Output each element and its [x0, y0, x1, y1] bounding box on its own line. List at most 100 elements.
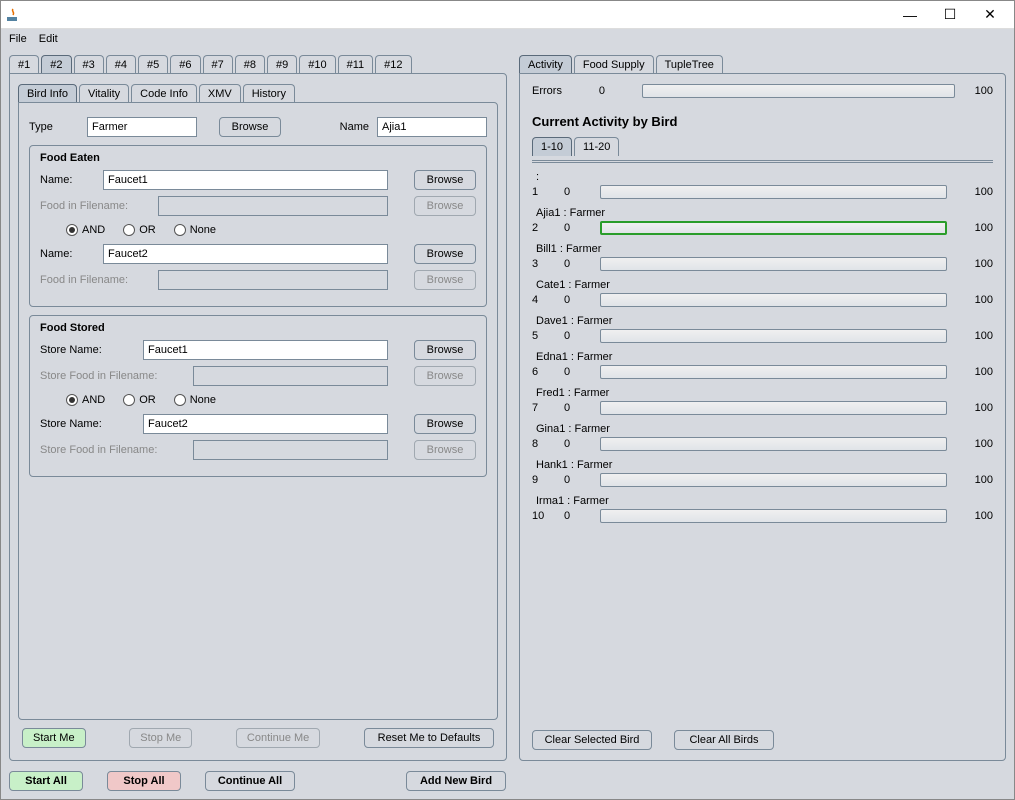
menu-edit[interactable]: Edit [39, 33, 58, 45]
top-tab-4[interactable]: #5 [138, 55, 168, 74]
top-tab-8[interactable]: #9 [267, 55, 297, 74]
fe-name2-input[interactable] [103, 244, 388, 264]
fe-radio-and[interactable] [66, 224, 78, 236]
fs-radio-or[interactable] [123, 394, 135, 406]
inner-tab-1[interactable]: Vitality [79, 84, 129, 103]
java-icon [5, 7, 21, 23]
menu-file[interactable]: File [9, 33, 27, 45]
bird-label: Fred1 : Farmer [532, 387, 993, 399]
bird-progress [600, 401, 947, 415]
activity-title: Current Activity by Bird [532, 114, 993, 129]
bird-item: Gina1 : Farmer80100 [532, 423, 993, 451]
top-tab-5[interactable]: #6 [170, 55, 200, 74]
page-tab-0[interactable]: 1-10 [532, 137, 572, 156]
start-all-button[interactable]: Start All [9, 771, 83, 791]
clear-all-button[interactable]: Clear All Birds [674, 730, 774, 750]
continue-me-button: Continue Me [236, 728, 320, 748]
right-tab-2[interactable]: TupleTree [656, 55, 723, 74]
errors-value: 0 [582, 85, 622, 97]
stop-all-button[interactable]: Stop All [107, 771, 181, 791]
inner-tab-2[interactable]: Code Info [131, 84, 197, 103]
fe-radio-or[interactable] [123, 224, 135, 236]
bird-label: Bill1 : Farmer [532, 243, 993, 255]
name-input[interactable] [377, 117, 487, 137]
fs-browse2-button[interactable]: Browse [414, 414, 476, 434]
right-tab-0[interactable]: Activity [519, 55, 572, 74]
bird-progress [600, 257, 947, 271]
bird-progress [600, 221, 947, 235]
fs-name1-input[interactable] [143, 340, 388, 360]
bird-label: Dave1 : Farmer [532, 315, 993, 327]
bird-value: 0 [564, 222, 582, 234]
right-tab-1[interactable]: Food Supply [574, 55, 654, 74]
bird-label: Ajia1 : Farmer [532, 207, 993, 219]
inner-tab-3[interactable]: XMV [199, 84, 241, 103]
top-tab-9[interactable]: #10 [299, 55, 335, 74]
inner-tab-4[interactable]: History [243, 84, 295, 103]
fe-browse2-button[interactable]: Browse [414, 244, 476, 264]
fs-sfif1-browse: Browse [414, 366, 476, 386]
start-me-button[interactable]: Start Me [22, 728, 86, 748]
fs-radio-none[interactable] [174, 394, 186, 406]
bird-value: 0 [564, 294, 582, 306]
bird-item: Bill1 : Farmer30100 [532, 243, 993, 271]
type-browse-button[interactable]: Browse [219, 117, 281, 137]
fs-name1-label: Store Name: [40, 344, 135, 356]
bird-item: Cate1 : Farmer40100 [532, 279, 993, 307]
bird-item: Ajia1 : Farmer20100 [532, 207, 993, 235]
bird-value: 0 [564, 510, 582, 522]
top-tab-11[interactable]: #12 [375, 55, 411, 74]
top-tab-6[interactable]: #7 [203, 55, 233, 74]
fs-sfif-label1: Store Food in Filename: [40, 370, 185, 382]
bird-max: 100 [965, 438, 993, 450]
bird-max: 100 [965, 402, 993, 414]
food-eaten-section: Food Eaten Name: Browse Food in Filename… [29, 145, 487, 307]
fe-radio-none[interactable] [174, 224, 186, 236]
fs-name2-input[interactable] [143, 414, 388, 434]
food-stored-section: Food Stored Store Name: Browse Store Foo… [29, 315, 487, 477]
fe-fif-label2: Food in Filename: [40, 274, 150, 286]
errors-progress [642, 84, 955, 98]
fs-radio-and[interactable] [66, 394, 78, 406]
fs-browse1-button[interactable]: Browse [414, 340, 476, 360]
minimize-button[interactable]: — [890, 3, 930, 27]
continue-all-button[interactable]: Continue All [205, 771, 295, 791]
reset-me-button[interactable]: Reset Me to Defaults [364, 728, 494, 748]
bird-value: 0 [564, 258, 582, 270]
maximize-button[interactable]: ☐ [930, 3, 970, 27]
fe-name1-input[interactable] [103, 170, 388, 190]
top-tab-7[interactable]: #8 [235, 55, 265, 74]
birds-list: :10100 Ajia1 : Farmer20100 Bill1 : Farmer3… [532, 171, 993, 531]
bird-index: 7 [532, 402, 546, 414]
page-tabs: 1-1011-20 [532, 137, 993, 156]
fs-name2-label: Store Name: [40, 418, 135, 430]
type-input[interactable] [87, 117, 197, 137]
top-tab-2[interactable]: #3 [74, 55, 104, 74]
clear-selected-button[interactable]: Clear Selected Bird [532, 730, 652, 750]
close-button[interactable]: ✕ [970, 3, 1010, 27]
bird-progress [600, 437, 947, 451]
page-tab-1[interactable]: 11-20 [574, 137, 619, 156]
bird-item: Dave1 : Farmer50100 [532, 315, 993, 343]
bird-label: Gina1 : Farmer [532, 423, 993, 435]
bird-item: Edna1 : Farmer60100 [532, 351, 993, 379]
bird-item: Fred1 : Farmer70100 [532, 387, 993, 415]
top-tab-3[interactable]: #4 [106, 55, 136, 74]
bird-label: Edna1 : Farmer [532, 351, 993, 363]
top-tab-10[interactable]: #11 [338, 55, 374, 74]
fe-browse1-button[interactable]: Browse [414, 170, 476, 190]
top-tab-1[interactable]: #2 [41, 55, 71, 74]
right-tabs: ActivityFood SupplyTupleTree [519, 55, 1006, 74]
bird-index: 9 [532, 474, 546, 486]
bird-value: 0 [564, 330, 582, 342]
bird-max: 100 [965, 186, 993, 198]
fe-name2-label: Name: [40, 248, 95, 260]
inner-tab-0[interactable]: Bird Info [18, 84, 77, 103]
food-stored-title: Food Stored [40, 322, 476, 334]
fs-sfif-label2: Store Food in Filename: [40, 444, 185, 456]
bird-item: :10100 [532, 171, 993, 199]
top-tab-0[interactable]: #1 [9, 55, 39, 74]
add-new-bird-button[interactable]: Add New Bird [406, 771, 506, 791]
fe-fif1-browse: Browse [414, 196, 476, 216]
inner-tabs: Bird InfoVitalityCode InfoXMVHistory [18, 84, 498, 103]
